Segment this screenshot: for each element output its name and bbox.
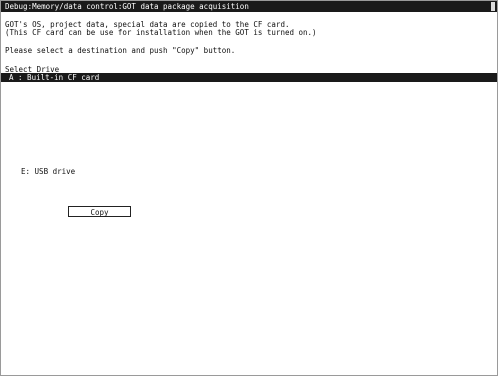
copy-button[interactable]: Copy [68, 206, 131, 217]
got-data-package-screen: Debug:Memory/data control:GOT data packa… [0, 0, 498, 376]
drive-option-label: A : Built-in CF card [9, 73, 100, 82]
description-line-2: (This CF card can be use for installatio… [5, 28, 317, 37]
drive-option-builtin-cf[interactable]: A : Built-in CF card [1, 73, 497, 82]
close-icon[interactable] [491, 2, 495, 11]
drive-option-label: E: USB drive [21, 167, 76, 176]
title-bar: Debug:Memory/data control:GOT data packa… [1, 1, 497, 12]
window-title: Debug:Memory/data control:GOT data packa… [5, 2, 249, 11]
drive-option-usb[interactable]: E: USB drive [1, 167, 497, 176]
instruction-text: Please select a destination and push "Co… [5, 46, 236, 55]
